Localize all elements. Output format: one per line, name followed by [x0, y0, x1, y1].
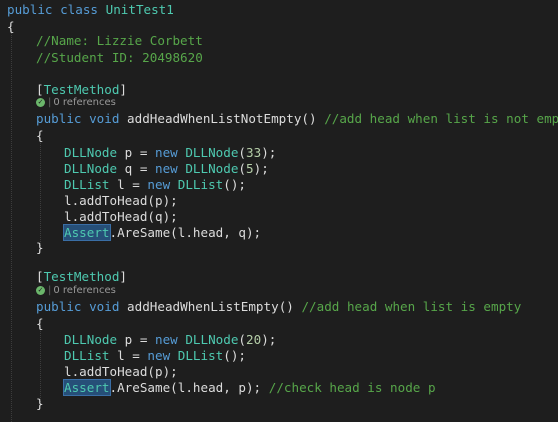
- method-name: addHeadWhenListEmpty: [127, 299, 279, 314]
- params: (): [301, 111, 317, 126]
- code-text: );: [261, 332, 277, 347]
- type-name: DLLNode: [64, 145, 118, 160]
- method-signature[interactable]: public void addHeadWhenListNotEmpty() //…: [36, 110, 558, 128]
- keyword: new: [155, 332, 178, 347]
- number-literal: 20: [246, 332, 262, 347]
- keyword: new: [155, 145, 178, 160]
- code-text: p =: [117, 145, 155, 160]
- close-brace[interactable]: }: [36, 239, 44, 257]
- type-name: DLList: [64, 177, 110, 192]
- type-name: DLLNode: [185, 332, 239, 347]
- keyword: public: [7, 2, 53, 17]
- class-declaration[interactable]: public class UnitTest1: [7, 1, 174, 19]
- highlighted-class-name: Assert: [63, 224, 111, 241]
- keyword: void: [89, 111, 120, 126]
- open-brace[interactable]: {: [36, 127, 44, 145]
- method-name: addHeadWhenListNotEmpty: [127, 111, 302, 126]
- inline-comment: //check head is node p: [268, 380, 436, 395]
- method-comment: //add head when list is not empty: [324, 111, 558, 126]
- highlighted-class-name: Assert: [63, 379, 111, 396]
- code-text: q =: [117, 161, 155, 176]
- codelens-label[interactable]: 0 references: [53, 97, 116, 108]
- attribute-name: TestMethod: [43, 269, 120, 284]
- code-text: );: [261, 145, 277, 160]
- code-text: ();: [223, 177, 247, 192]
- code-text: (: [238, 332, 247, 347]
- indent-guide: [40, 324, 41, 404]
- type-name: DLList: [64, 348, 110, 363]
- code-text: p =: [117, 332, 155, 347]
- code-text: (: [238, 161, 247, 176]
- check-circle-icon: ✓: [36, 285, 45, 295]
- type-name: DLLNode: [64, 161, 118, 176]
- separator: |: [48, 285, 52, 296]
- keyword: void: [89, 299, 120, 314]
- open-brace[interactable]: {: [36, 315, 44, 333]
- indent-guide: [40, 138, 41, 246]
- comment-name[interactable]: //Name: Lizzie Corbett: [36, 32, 203, 50]
- code-text: l =: [109, 177, 148, 192]
- bracket: ]: [119, 82, 128, 97]
- codelens-references[interactable]: ✓ | 0 references: [36, 284, 116, 298]
- type-name: DLLNode: [185, 145, 239, 160]
- code-text: l =: [109, 348, 148, 363]
- keyword: new: [147, 348, 171, 363]
- keyword: new: [147, 177, 171, 192]
- indent-guide: [11, 30, 12, 422]
- keyword: new: [155, 161, 178, 176]
- code-text: ();: [223, 348, 247, 363]
- type-name: DLLNode: [64, 332, 118, 347]
- code-text: );: [253, 161, 269, 176]
- type-name: DLLNode: [185, 161, 239, 176]
- keyword: class: [60, 2, 99, 17]
- bracket: [: [36, 269, 44, 284]
- code-line[interactable]: Assert.AreSame(l.head, q);: [63, 224, 262, 242]
- code-editor[interactable]: public class UnitTest1 { //Name: Lizzie …: [0, 0, 558, 422]
- method-signature[interactable]: public void addHeadWhenListEmpty() //add…: [36, 298, 521, 316]
- separator: |: [48, 97, 52, 108]
- bracket: [: [36, 82, 44, 97]
- class-name: UnitTest1: [105, 2, 174, 17]
- code-text: (: [238, 145, 247, 160]
- number-literal: 5: [246, 161, 254, 176]
- bracket: ]: [119, 269, 128, 284]
- attribute-name: TestMethod: [43, 82, 120, 97]
- number-literal: 33: [246, 145, 262, 160]
- check-circle-icon: ✓: [36, 97, 45, 107]
- open-brace[interactable]: {: [7, 18, 15, 36]
- code-text: .AreSame(l.head, p);: [109, 380, 269, 395]
- codelens-references[interactable]: ✓ | 0 references: [36, 96, 116, 110]
- keyword: public: [36, 299, 82, 314]
- params: (): [278, 299, 294, 314]
- type-name: DLList: [177, 348, 224, 363]
- code-text: .AreSame(l.head, q);: [109, 225, 262, 240]
- codelens-label[interactable]: 0 references: [53, 285, 116, 296]
- comment-student-id[interactable]: //Student ID: 20498620: [36, 49, 203, 67]
- method-comment: //add head when list is empty: [301, 299, 522, 314]
- code-line[interactable]: Assert.AreSame(l.head, p); //check head …: [63, 379, 436, 397]
- keyword: public: [36, 111, 82, 126]
- type-name: DLList: [177, 177, 224, 192]
- close-brace[interactable]: }: [36, 395, 44, 413]
